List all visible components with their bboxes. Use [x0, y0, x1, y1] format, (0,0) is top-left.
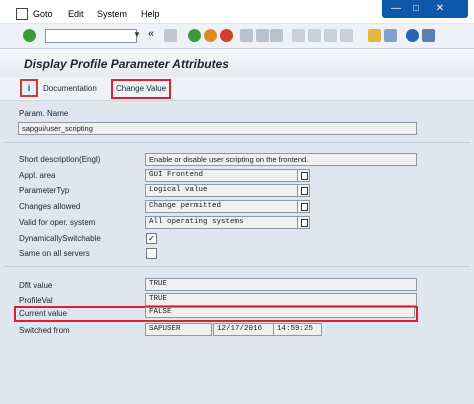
same-servers-label: Same on all servers: [19, 249, 90, 258]
print-icon[interactable]: [240, 29, 253, 42]
title-bar: Display Profile Parameter Attributes: [0, 49, 474, 77]
dflt-value-label: Dflt value: [19, 281, 53, 290]
previous-page-icon[interactable]: [308, 29, 321, 42]
param-type-field[interactable]: Logical value: [145, 184, 298, 197]
menu-edit[interactable]: Edit: [68, 9, 84, 19]
close-icon[interactable]: ✕: [432, 2, 448, 15]
divider: [4, 266, 470, 267]
cancel-icon[interactable]: [220, 29, 233, 42]
menu-bar: Goto Edit System Help — □ ✕: [0, 0, 474, 23]
param-name-label: Param. Name: [19, 109, 69, 118]
menu-help[interactable]: Help: [141, 9, 160, 19]
page-title: Display Profile Parameter Attributes: [24, 57, 229, 71]
changes-allowed-label: Changes allowed: [19, 202, 81, 211]
first-page-icon[interactable]: [292, 29, 305, 42]
last-page-icon[interactable]: [340, 29, 353, 42]
current-value-field[interactable]: FALSE: [145, 307, 415, 318]
info-icon: i: [20, 79, 38, 97]
appl-area-field[interactable]: GUI Frontend: [145, 169, 298, 182]
documentation-label: Documentation: [43, 83, 97, 93]
changes-allowed-field[interactable]: Change permitted: [145, 200, 298, 213]
save-icon[interactable]: [164, 29, 177, 42]
profile-value-label: ProfileVal: [19, 296, 53, 305]
application-toolbar: i Documentation Change Value: [0, 77, 474, 101]
standard-toolbar: ▼ «: [0, 24, 474, 49]
menu-goto[interactable]: Goto: [33, 9, 53, 19]
customize-layout-icon[interactable]: [422, 29, 435, 42]
switched-from-label: Switched from: [19, 326, 70, 335]
same-servers-checkbox[interactable]: [146, 248, 157, 259]
param-type-label: ParameterTyp: [19, 186, 70, 195]
enter-icon[interactable]: [23, 29, 36, 42]
exit-icon[interactable]: [204, 29, 217, 42]
help-icon[interactable]: [406, 29, 419, 42]
find-icon[interactable]: [256, 29, 269, 42]
value-help-icon[interactable]: [297, 200, 310, 213]
menu-system[interactable]: System: [97, 9, 127, 19]
back-arrows-icon[interactable]: «: [148, 28, 154, 40]
sap-menu-icon[interactable]: [16, 8, 28, 20]
documentation-button[interactable]: i Documentation: [20, 79, 97, 97]
change-value-button[interactable]: Change Value: [111, 79, 172, 99]
short-desc-field[interactable]: Enable or disable user scripting on the …: [145, 153, 417, 166]
switched-date-field[interactable]: 12/17/2016: [213, 323, 274, 336]
next-page-icon[interactable]: [324, 29, 337, 42]
value-help-icon[interactable]: [297, 216, 310, 229]
command-field[interactable]: [45, 29, 137, 43]
divider: [4, 142, 470, 143]
short-desc-label: Short description(Engl): [19, 155, 101, 164]
value-help-icon[interactable]: [297, 169, 310, 182]
current-value-label: Current value: [19, 309, 68, 318]
dflt-value-field[interactable]: TRUE: [145, 278, 417, 291]
valid-os-field[interactable]: All operating systems: [145, 216, 298, 229]
shortcut-icon[interactable]: [384, 29, 397, 42]
restore-icon[interactable]: □: [408, 2, 424, 15]
window-controls: — □ ✕: [382, 0, 468, 18]
minimize-icon[interactable]: —: [388, 2, 404, 15]
param-name-field[interactable]: sapgui/user_scripting: [18, 122, 417, 135]
chevron-down-icon[interactable]: ▼: [131, 28, 143, 42]
dyn-switch-checkbox[interactable]: ✓: [146, 233, 157, 244]
switched-time-field[interactable]: 14:59:25: [273, 323, 322, 336]
dyn-switch-label: DynamicallySwitchable: [19, 234, 101, 243]
back-icon[interactable]: [188, 29, 201, 42]
value-help-icon[interactable]: [297, 184, 310, 197]
appl-area-label: Appl. area: [19, 171, 56, 180]
new-session-icon[interactable]: [368, 29, 381, 42]
profile-value-field[interactable]: TRUE: [145, 293, 417, 306]
valid-os-label: Valid for oper. system: [19, 218, 96, 227]
switched-user-field[interactable]: SAPUSER: [145, 323, 212, 336]
find-next-icon[interactable]: [270, 29, 283, 42]
